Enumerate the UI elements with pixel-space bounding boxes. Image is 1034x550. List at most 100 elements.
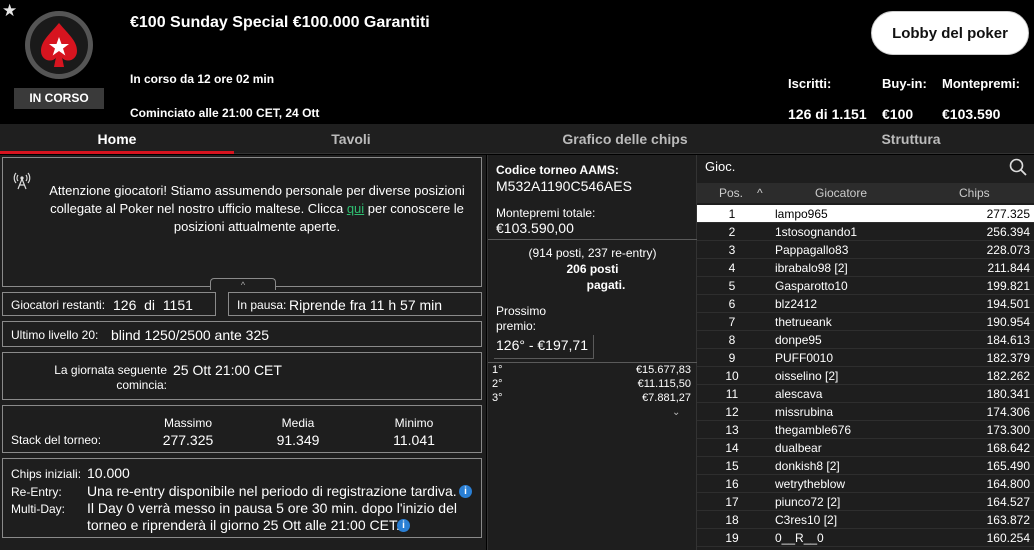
tab-bar: Home Tavoli Grafico delle chips Struttur… — [0, 124, 1034, 154]
remaining-players-value: 126 di 1151 — [113, 297, 193, 313]
player-name: PUFF0010 — [775, 351, 834, 365]
table-row[interactable]: 12 missrubina 174.306 — [697, 403, 1034, 421]
player-name: oisselino [2] — [775, 369, 839, 383]
table-row[interactable]: 16 wetrytheblow 164.800 — [697, 475, 1034, 493]
pause-value: Riprende fra 11 h 57 min — [289, 297, 443, 313]
remaining-players-label: Giocatori restanti: — [11, 298, 106, 312]
player-pos: 3 — [728, 243, 736, 257]
player-name: missrubina — [775, 405, 834, 419]
player-name: alescava — [775, 387, 823, 401]
stack-avg-value: 91.349 — [276, 432, 320, 448]
reentry-value: Una re-entry disponibile nel periodo di … — [87, 483, 457, 499]
stack-label: Stack del torneo: — [11, 433, 102, 447]
last-level-label: Ultimo livello 20: — [11, 328, 99, 342]
stack-min-value: 11.041 — [393, 432, 435, 448]
reentry-label: Re-Entry: — [11, 485, 62, 499]
announcement-link[interactable]: qui — [347, 201, 364, 216]
table-row[interactable]: 10 oisselino [2] 182.262 — [697, 367, 1034, 385]
col-pos-header[interactable]: Pos. — [719, 186, 743, 200]
total-prize-label: Montepremi totale: — [496, 206, 596, 220]
player-name: donpe95 — [775, 333, 822, 347]
players-table-body: 1 lampo965 277.325 2 1stosognando1 256.394 3 Pa… — [697, 205, 1034, 547]
chevron-up-icon: ^ — [240, 280, 246, 290]
tournament-rules-box: Chips iniziali: 10.000 Re-Entry: Una re-… — [2, 458, 482, 538]
tab-tables[interactable]: Tavoli — [234, 124, 468, 154]
chevron-down-icon[interactable]: ⌄ — [672, 407, 680, 418]
tab-structure[interactable]: Struttura — [800, 124, 1022, 154]
col-player-header[interactable]: Giocatore — [815, 186, 867, 200]
table-row[interactable]: 4 ibrabalo98 [2] 211.844 — [697, 259, 1034, 277]
table-row[interactable]: 2 1stosognando1 256.394 — [697, 223, 1034, 241]
table-row[interactable]: 11 alescava 180.341 — [697, 385, 1034, 403]
separator — [488, 239, 697, 240]
tab-chip-chart[interactable]: Grafico delle chips — [510, 124, 740, 154]
prize-place-row: 1° €15.677,83 — [492, 364, 691, 376]
player-chips: 194.501 — [986, 297, 1030, 311]
player-search[interactable]: Gioc. — [697, 155, 1034, 181]
aams-code-value: M532A1190C546AES — [496, 178, 632, 194]
player-pos: 17 — [725, 495, 739, 509]
home-info-panel: Attenzione giocatori! Stiamo assumendo p… — [0, 155, 486, 550]
pause-label: In pausa: — [237, 298, 287, 312]
chevron-up-icon[interactable]: ^ — [757, 186, 763, 200]
player-chips: 182.262 — [986, 369, 1030, 383]
aams-code-label: Codice torneo AAMS: — [496, 163, 619, 177]
table-row[interactable]: 1 lampo965 277.325 — [697, 205, 1034, 223]
announcement-box: Attenzione giocatori! Stiamo assumendo p… — [2, 157, 482, 290]
player-chips: 164.527 — [986, 495, 1030, 509]
tournament-stack-box: Stack del torneo: Massimo 277.325 Media … — [2, 405, 482, 453]
pokerstars-logo-icon — [25, 11, 93, 79]
players-table-header: Pos. ^ Giocatore Chips — [697, 183, 1034, 203]
multiday-value: Il Day 0 verrà messo in pausa 5 ore 30 m… — [87, 500, 457, 516]
star-icon[interactable]: ★ — [2, 1, 17, 21]
table-row[interactable]: 18 C3res10 [2] 163.872 — [697, 511, 1034, 529]
prize-pool-value: €103.590 — [942, 106, 1001, 122]
table-row[interactable]: 3 Pappagallo83 228.073 — [697, 241, 1034, 259]
table-row[interactable]: 8 donpe95 184.613 — [697, 331, 1034, 349]
table-row[interactable]: 5 Gasparotto10 199.821 — [697, 277, 1034, 295]
player-chips: 228.073 — [986, 243, 1030, 257]
table-row[interactable]: 9 PUFF0010 182.379 — [697, 349, 1034, 367]
col-chips-header[interactable]: Chips — [959, 186, 990, 200]
remaining-players-box: Giocatori restanti: 126 di 1151 — [2, 292, 216, 316]
player-chips: 163.872 — [986, 513, 1030, 527]
player-name: 1stosognando1 — [775, 225, 858, 239]
player-pos: 15 — [725, 459, 739, 473]
prize-place-row: 3° €7.881,27 — [492, 392, 691, 404]
table-row[interactable]: 19 0__R__0 160.254 — [697, 529, 1034, 547]
search-icon[interactable] — [1009, 158, 1027, 176]
player-name: dualbear — [775, 441, 822, 455]
poker-lobby-button[interactable]: Lobby del poker — [871, 11, 1029, 55]
table-row[interactable]: 14 dualbear 168.642 — [697, 439, 1034, 457]
table-row[interactable]: 15 donkish8 [2] 165.490 — [697, 457, 1034, 475]
next-prize-box: 126° - €197,71 — [494, 335, 594, 359]
player-chips: 184.613 — [986, 333, 1030, 347]
prize-places-list: 1° €15.677,83 2° €11.115,50 3° €7.881,27 — [488, 363, 697, 405]
tab-home[interactable]: Home — [0, 124, 234, 154]
player-chips: 168.642 — [986, 441, 1030, 455]
player-chips: 180.341 — [986, 387, 1030, 401]
collapse-toggle[interactable]: ^ — [210, 278, 276, 290]
table-row[interactable]: 6 blz2412 194.501 — [697, 295, 1034, 313]
player-chips: 277.325 — [986, 207, 1030, 221]
next-prize-label: Prossimo — [496, 304, 547, 318]
table-row[interactable]: 13 thegamble676 173.300 — [697, 421, 1034, 439]
player-name: piunco72 [2] — [775, 495, 841, 509]
places-info: (914 posti, 237 re-entry) — [528, 246, 657, 260]
player-pos: 6 — [728, 297, 736, 311]
player-chips: 256.394 — [986, 225, 1030, 239]
player-pos: 5 — [728, 279, 736, 293]
stack-min-label: Minimo — [394, 416, 434, 430]
info-icon[interactable]: i — [397, 519, 410, 532]
table-row[interactable]: 7 thetrueank 190.954 — [697, 313, 1034, 331]
player-pos: 2 — [728, 225, 736, 239]
status-badge: IN CORSO — [14, 88, 104, 109]
pause-box: In pausa: Riprende fra 11 h 57 min — [228, 292, 482, 316]
player-pos: 16 — [725, 477, 739, 491]
player-name: blz2412 — [775, 297, 818, 311]
player-pos: 10 — [725, 369, 739, 383]
next-prize-label-2: premio: — [496, 319, 537, 333]
info-icon[interactable]: i — [459, 485, 472, 498]
table-row[interactable]: 17 piunco72 [2] 164.527 — [697, 493, 1034, 511]
next-day-box: La giornata seguente comincia: 25 Ott 21… — [2, 352, 482, 400]
